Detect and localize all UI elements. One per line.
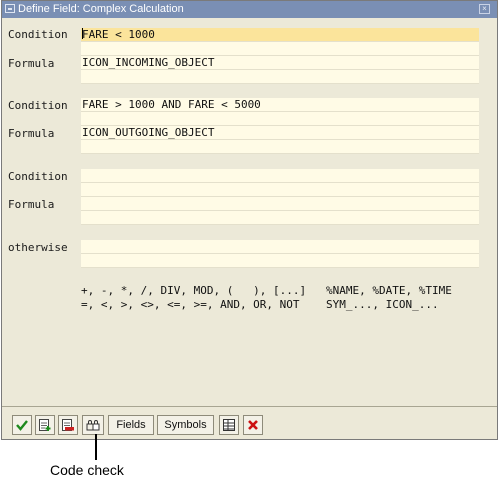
condition-3-continuation[interactable] — [81, 183, 479, 197]
condition-1-continuation[interactable] — [81, 42, 479, 56]
close-button[interactable]: × — [479, 4, 490, 14]
cancel-icon — [248, 420, 258, 430]
insert-line-icon — [39, 419, 51, 431]
code-check-icon — [86, 420, 100, 431]
window-title: Define Field: Complex Calculation — [18, 3, 184, 15]
otherwise-input[interactable] — [81, 240, 479, 254]
cancel-button[interactable] — [243, 415, 263, 435]
condition-label: Condition — [8, 170, 68, 183]
operators-line-1: +, -, *, /, DIV, MOD, ( ), [...] — [81, 284, 307, 297]
symbols-button[interactable]: Symbols — [157, 415, 214, 435]
symbols-line-2: SYM_..., ICON_... — [326, 298, 439, 311]
code-check-button[interactable] — [82, 415, 104, 435]
symbols-line-1: %NAME, %DATE, %TIME — [326, 284, 452, 297]
delete-line-icon — [62, 419, 74, 431]
condition-label: Condition — [8, 28, 68, 41]
callout-line — [95, 434, 97, 460]
insert-line-button[interactable] — [35, 415, 55, 435]
formula-3-continuation[interactable] — [81, 211, 479, 225]
window-menu-icon[interactable] — [5, 4, 15, 13]
callout-label: Code check — [50, 462, 124, 478]
continue-button[interactable] — [12, 415, 32, 435]
otherwise-continuation[interactable] — [81, 254, 479, 268]
condition-3-input[interactable] — [81, 169, 479, 183]
condition-label: Condition — [8, 99, 68, 112]
condition-2-input[interactable]: FARE > 1000 AND FARE < 5000 — [81, 98, 479, 112]
formula-2-continuation[interactable] — [81, 140, 479, 154]
delete-line-button[interactable] — [58, 415, 78, 435]
formula-1-input[interactable]: ICON_INCOMING_OBJECT — [81, 56, 479, 70]
formula-3-input[interactable] — [81, 197, 479, 211]
condition-1-input[interactable]: FARE < 1000 — [81, 28, 479, 42]
define-field-dialog: Define Field: Complex Calculation × Cond… — [1, 0, 498, 440]
formula-label: Formula — [8, 127, 55, 140]
condition-1-value: FARE < 1000 — [82, 28, 155, 41]
operators-line-2: =, <, >, <>, <=, >=, AND, OR, NOT — [81, 298, 300, 311]
otherwise-label: otherwise — [8, 241, 68, 254]
formula-label: Formula — [8, 198, 55, 211]
toolbar-divider — [2, 406, 497, 407]
title-bar: Define Field: Complex Calculation × — [2, 1, 497, 18]
formula-1-continuation[interactable] — [81, 70, 479, 84]
formula-2-input[interactable]: ICON_OUTGOING_OBJECT — [81, 126, 479, 140]
fields-button[interactable]: Fields — [108, 415, 154, 435]
table-icon — [223, 419, 235, 431]
formula-label: Formula — [8, 57, 55, 70]
table-button[interactable] — [219, 415, 239, 435]
checkmark-icon — [16, 420, 28, 431]
condition-2-continuation[interactable] — [81, 112, 479, 126]
